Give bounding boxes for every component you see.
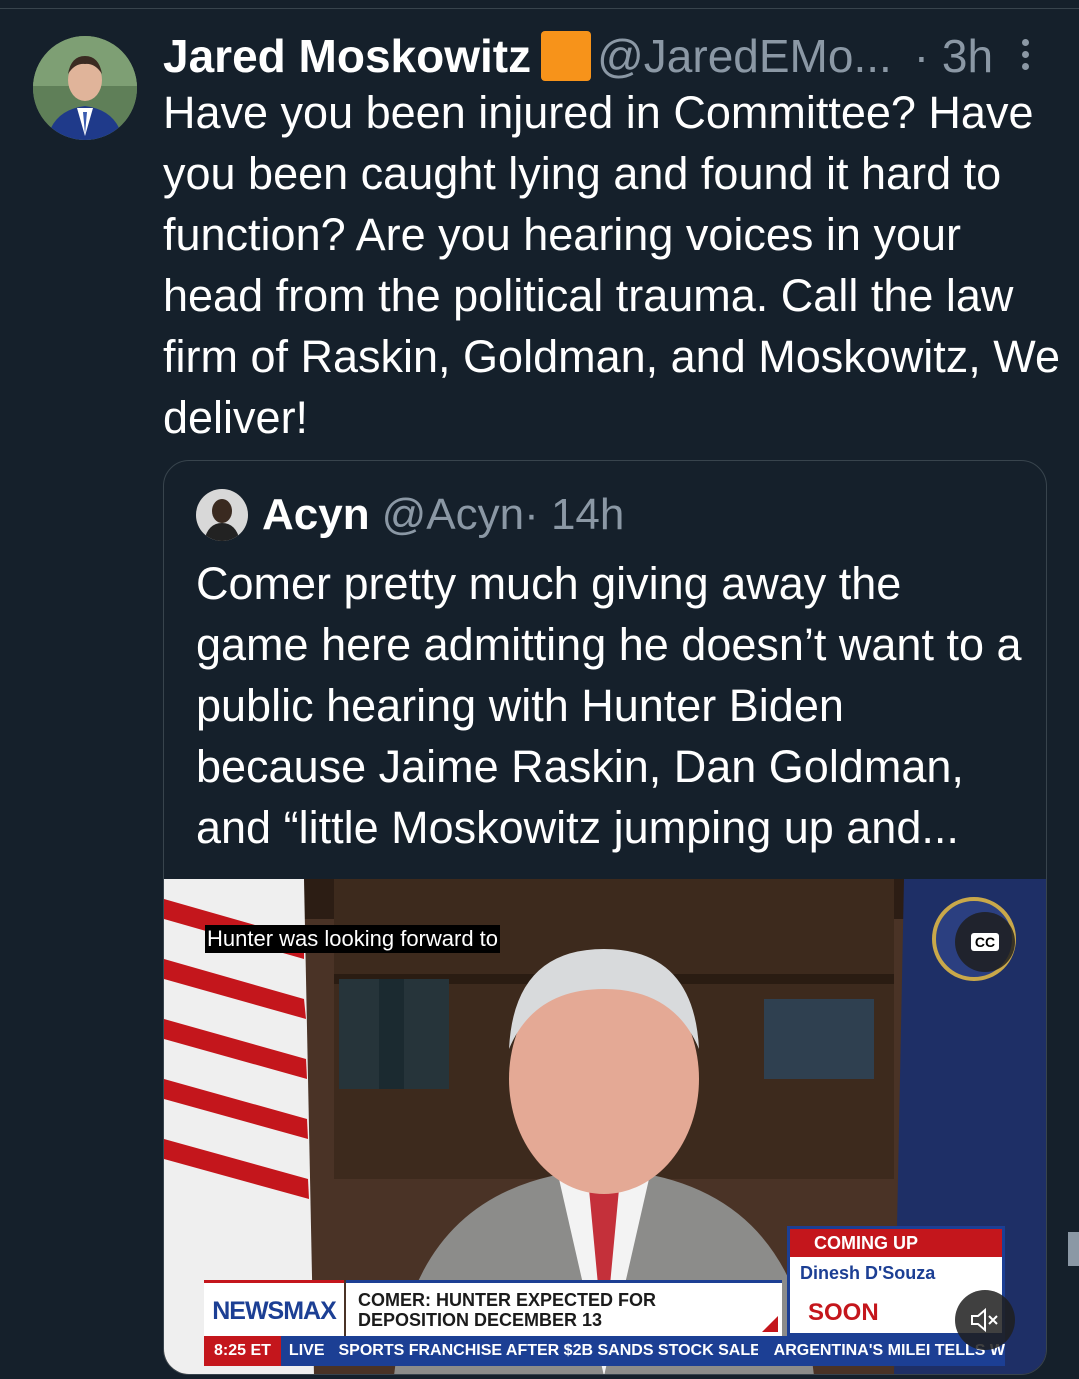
tweet-header: Jared Moskowitz @JaredEMo... · 3h <box>163 28 993 84</box>
cc-label: CC <box>970 933 1000 951</box>
video-player[interactable]: Hunter was looking forward to CC NEWSMAX… <box>164 879 1046 1374</box>
ticker-time: 8:25 ET <box>204 1336 281 1366</box>
quote-author-avatar <box>196 489 248 541</box>
muted-speaker-icon[interactable] <box>955 1290 1015 1350</box>
more-options-icon[interactable] <box>1010 34 1040 84</box>
scrollbar[interactable] <box>1068 1232 1079 1266</box>
author-avatar[interactable] <box>33 36 137 140</box>
quote-text: Comer pretty much giving away the game h… <box>196 558 1022 853</box>
quote-header: Acyn @Acyn · 14h <box>196 487 624 543</box>
chyron-accent <box>762 1316 778 1332</box>
quote-time: · 14h <box>524 490 625 539</box>
chyron-text: COMER: HUNTER EXPECTED FOR DEPOSITION DE… <box>358 1290 657 1330</box>
ticker-text-1: SPORTS FRANCHISE AFTER $2B SANDS STOCK S… <box>338 1342 758 1359</box>
coming-up-label: COMING UP <box>790 1229 1002 1257</box>
video-caption: Hunter was looking forward to <box>205 925 501 953</box>
chyron-headline: COMER: HUNTER EXPECTED FOR DEPOSITION DE… <box>346 1280 782 1336</box>
closed-captions-icon[interactable]: CC <box>955 912 1015 972</box>
quoted-tweet[interactable]: Acyn @Acyn · 14h Comer pretty much givin… <box>163 460 1047 1375</box>
quote-author-name: Acyn <box>262 490 370 539</box>
network-logo: NEWSMAX <box>204 1280 344 1339</box>
divider <box>0 8 1079 9</box>
ticker-live: LIVE <box>288 1342 325 1359</box>
tweet-time[interactable]: · 3h <box>914 29 993 83</box>
news-ticker: 8:25 ET LIVE SPORTS FRANCHISE AFTER $2B … <box>204 1336 1005 1366</box>
verified-square-icon <box>541 31 592 81</box>
author-handle[interactable]: @JaredEMo... <box>597 29 892 83</box>
soon-label: SOON <box>808 1299 879 1326</box>
coming-up-name: Dinesh D'Souza <box>800 1263 936 1283</box>
author-name[interactable]: Jared Moskowitz <box>163 29 531 83</box>
quote-author-handle: @Acyn <box>381 490 525 539</box>
tweet-text: Have you been injured in Committee? Have… <box>163 87 1060 443</box>
